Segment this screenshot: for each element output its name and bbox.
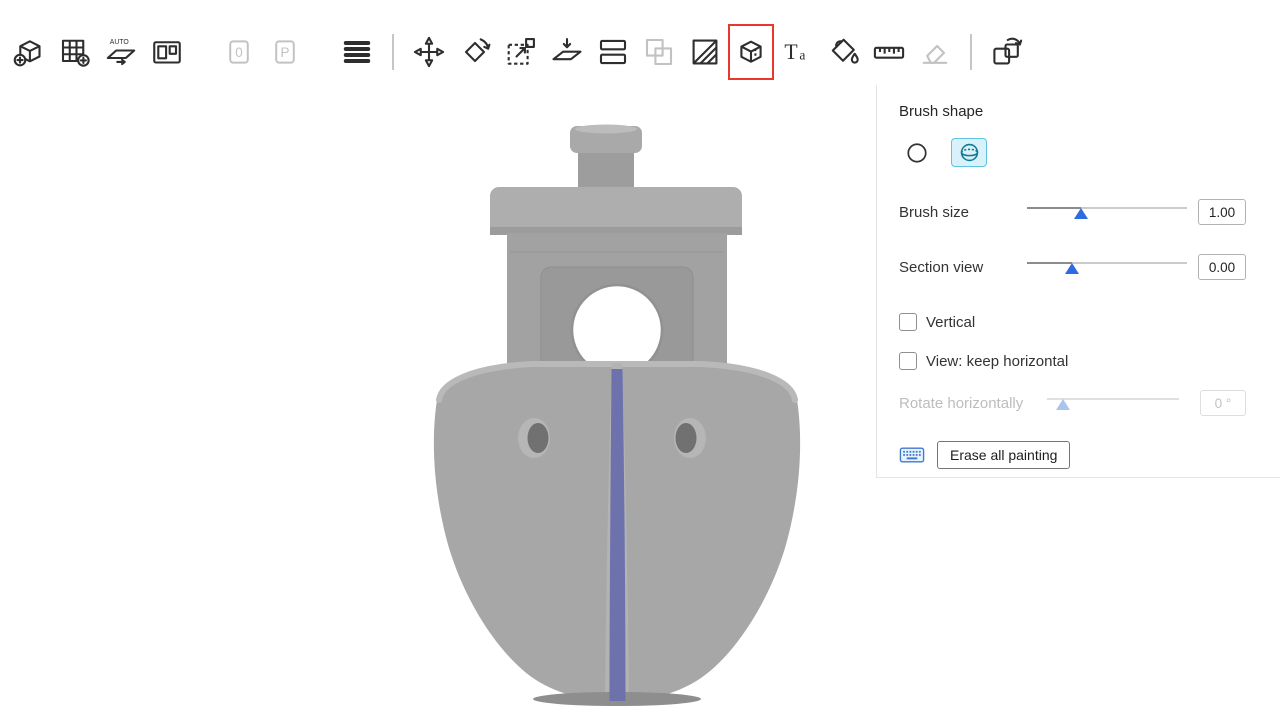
- vertical-checkbox[interactable]: [899, 313, 917, 331]
- vertical-label: Vertical: [926, 314, 975, 331]
- section-view-slider[interactable]: [1027, 258, 1187, 276]
- section-view-thumb[interactable]: [1065, 263, 1079, 274]
- brush-size-label: Brush size: [899, 204, 1027, 221]
- rotate-horizontally-label: Rotate horizontally: [899, 395, 1047, 412]
- shortcuts-keyboard-icon[interactable]: [899, 445, 925, 465]
- brush-shape-sphere-option[interactable]: [951, 138, 987, 167]
- keep-horizontal-label: View: keep horizontal: [926, 353, 1068, 370]
- brush-shape-label: Brush shape: [899, 103, 983, 120]
- app-window: AUTO 0 P: [0, 0, 1280, 720]
- circle-brush-icon: [905, 141, 929, 165]
- brush-size-fill: [1027, 207, 1081, 209]
- brush-size-slider[interactable]: [1027, 203, 1187, 221]
- rotate-thumb: [1056, 399, 1070, 410]
- rotate-horizontally-slider: [1047, 394, 1179, 412]
- benchy-hawse-right: [676, 423, 697, 453]
- keep-horizontal-checkbox-row[interactable]: View: keep horizontal: [899, 352, 1246, 370]
- section-view-label: Section view: [899, 259, 1027, 276]
- rotate-value: 0 °: [1200, 390, 1246, 416]
- brush-size-value[interactable]: 1.00: [1198, 199, 1246, 225]
- keyboard-icon: [899, 445, 925, 465]
- vertical-checkbox-row[interactable]: Vertical: [899, 313, 1246, 331]
- keep-horizontal-checkbox[interactable]: [899, 352, 917, 370]
- sphere-brush-icon: [958, 141, 981, 164]
- seam-painting-panel: Brush shape Brush size: [876, 85, 1280, 478]
- section-view-value[interactable]: 0.00: [1198, 254, 1246, 280]
- seam-stripe: [610, 369, 626, 701]
- brush-size-thumb[interactable]: [1074, 208, 1088, 219]
- benchy-hawse-left: [528, 423, 549, 453]
- erase-all-painting-button[interactable]: Erase all painting: [937, 441, 1070, 469]
- brush-shape-circle-option[interactable]: [899, 138, 935, 167]
